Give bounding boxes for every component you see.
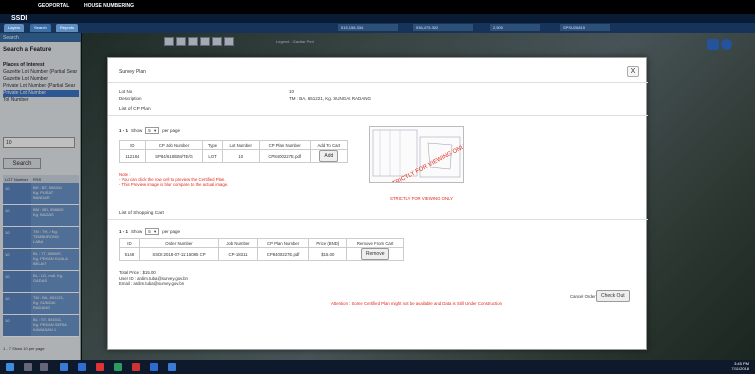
close-button[interactable]: X xyxy=(627,66,639,77)
cart-col-header: Job Number xyxy=(218,238,258,248)
file-explorer-icon[interactable] xyxy=(60,363,68,371)
app-icon-red[interactable] xyxy=(96,363,104,371)
search-icon[interactable] xyxy=(24,363,32,371)
tab-reports[interactable]: Reports xyxy=(56,24,79,32)
attention-message: Attention : Some Certified Plan might no… xyxy=(331,301,503,306)
shopping-cart-table: ID Order Number Job Number CP Plan Number Pr… xyxy=(119,238,404,261)
cart-range: 1 - 1 xyxy=(119,229,129,234)
cp-cell-lot: 10 xyxy=(221,149,260,163)
cp-col-header: CP Job Number xyxy=(144,140,204,150)
top-nav: GEOPORTAL HOUSE NUMBERING xyxy=(0,0,755,14)
word-icon[interactable] xyxy=(168,363,176,371)
plan-drawing: STRICTLY FOR VIEWING ONLY xyxy=(372,129,463,182)
chevron-down-icon: ▾ xyxy=(154,229,157,234)
cp-action-button[interactable]: Add xyxy=(319,150,339,162)
cp-cell-job: SP84/618/BM/TE/G xyxy=(144,149,204,163)
divider xyxy=(108,219,648,220)
store-icon[interactable] xyxy=(78,363,86,371)
cart-cell-price: $15.00 xyxy=(308,247,348,261)
cp-col-header: Type xyxy=(202,140,223,150)
app-header: SSDI xyxy=(0,14,755,23)
stat-x: 515,158.334 xyxy=(338,24,398,31)
cart-section-title: List of Shopping Cart xyxy=(119,211,164,216)
cart-action-button[interactable]: Remove xyxy=(360,248,390,260)
note-line: - This Preview image is blur compare to … xyxy=(119,182,229,187)
cp-col-header: ID xyxy=(119,140,146,150)
order-summary: Total Price : $15.00 User ID : ardim.tub… xyxy=(119,270,188,287)
cp-col-header: CP Plan Number xyxy=(258,140,311,150)
cart-pager: 1 - 1 Show 5 ▾ per page xyxy=(119,228,180,235)
chevron-down-icon: ▾ xyxy=(154,128,157,133)
nav-geoportal[interactable]: GEOPORTAL xyxy=(38,3,69,9)
clock-date: 7/11/2018 xyxy=(731,366,750,371)
lot-no-label: Lot No xyxy=(119,89,133,94)
cart-cell-job: CP-18311 xyxy=(218,247,258,261)
cp-plan-table: ID CP Job Number Type Lot Number CP Plan Num… xyxy=(119,140,349,163)
note-block: Note : - You can click the row cell to p… xyxy=(119,172,228,187)
cart-per-page-select[interactable]: 5 ▾ xyxy=(145,228,160,235)
cart-col-header: Order Number xyxy=(138,238,220,248)
cp-cell-action: Add xyxy=(309,149,349,163)
stat-scale: 2,500 xyxy=(490,24,540,31)
nav-house-numbering[interactable]: HOUSE NUMBERING xyxy=(84,3,134,9)
cart-col-header: CP Plan Number xyxy=(256,238,310,248)
cart-cell-id: 5148 xyxy=(119,247,140,261)
cp-row[interactable]: 112184 SP84/618/BM/TE/G LOT 10 CP8400227E.pd… xyxy=(119,149,349,163)
checkout-button[interactable]: Check Out xyxy=(596,290,630,302)
description-value: TM : BA, 651221, Kg. SUNGAI RADANG xyxy=(289,96,372,101)
cart-cell-order: SSDI:2018-07-11:15085 CP xyxy=(138,247,220,261)
task-view-icon[interactable] xyxy=(40,363,48,371)
stat-grid: SPSU26815 xyxy=(560,24,610,31)
dialog-title: Survey Plan xyxy=(119,69,146,75)
cp-cell-plan: CP8400227E.pdf xyxy=(258,149,311,163)
cart-col-header: Price (BND) xyxy=(308,238,348,248)
cart-per-page-value: 5 xyxy=(148,229,151,234)
app-title: SSDI xyxy=(11,15,28,22)
tab-layers[interactable]: Layers xyxy=(4,24,25,32)
cp-col-header: Lot Number xyxy=(221,140,260,150)
cp-col-header: Add To Cart xyxy=(309,140,349,150)
cart-row[interactable]: 5148 SSDI:2018-07-11:15085 CP CP-18311 CP84… xyxy=(119,247,404,261)
tab-search[interactable]: Search xyxy=(30,24,51,32)
stat-y: 536,475.302 xyxy=(413,24,473,31)
taskbar-clock[interactable]: 3:45 PM 7/11/2018 xyxy=(732,361,750,371)
os-taskbar: 3:45 PM 7/11/2018 xyxy=(0,360,755,374)
cp-range: 1 - 1 xyxy=(119,128,129,133)
cart-per-page-suffix: per page xyxy=(162,229,181,234)
cp-per-page-suffix: per page xyxy=(162,128,181,133)
windows-start-icon[interactable] xyxy=(6,363,14,371)
cp-cell-type: LOT xyxy=(202,149,223,163)
description-label: Description xyxy=(119,96,142,101)
cp-pager: 1 - 1 Show 5 ▾ per page xyxy=(119,127,180,134)
cp-plan-preview[interactable]: STRICTLY FOR VIEWING ONLY xyxy=(369,126,464,183)
cart-col-header: ID xyxy=(119,238,140,248)
cart-show-label: Show xyxy=(131,229,143,234)
tab-row: Layers Search Reports 515,158.334 536,47… xyxy=(0,23,755,33)
cart-col-header: Remove From Cart xyxy=(346,238,404,248)
cp-show-label: Show xyxy=(131,128,143,133)
cp-cell-id: 112184 xyxy=(119,149,146,163)
survey-plan-dialog: Survey Plan X Lot No 10 Description TM :… xyxy=(107,57,648,350)
divider xyxy=(108,82,648,83)
cp-plan-section-title: List of CP Plan xyxy=(119,107,151,112)
cp-per-page-select[interactable]: 5 ▾ xyxy=(145,127,160,134)
cart-cell-action: Remove xyxy=(346,247,404,261)
cancel-order-link[interactable]: Cancel Order xyxy=(570,294,596,299)
preview-caption: STRICTLY FOR VIEWING ONLY xyxy=(390,196,454,201)
user-email: Email : ardim.tuba@survey.gov.bn xyxy=(119,281,185,286)
lot-no-value: 10 xyxy=(289,89,295,94)
powerpoint-icon[interactable] xyxy=(132,363,140,371)
cp-per-page-value: 5 xyxy=(148,128,151,133)
cart-cell-plan: CP8400227E.pdf xyxy=(256,247,310,261)
browser-icon[interactable] xyxy=(150,363,158,371)
excel-icon[interactable] xyxy=(114,363,122,371)
divider xyxy=(108,115,648,116)
